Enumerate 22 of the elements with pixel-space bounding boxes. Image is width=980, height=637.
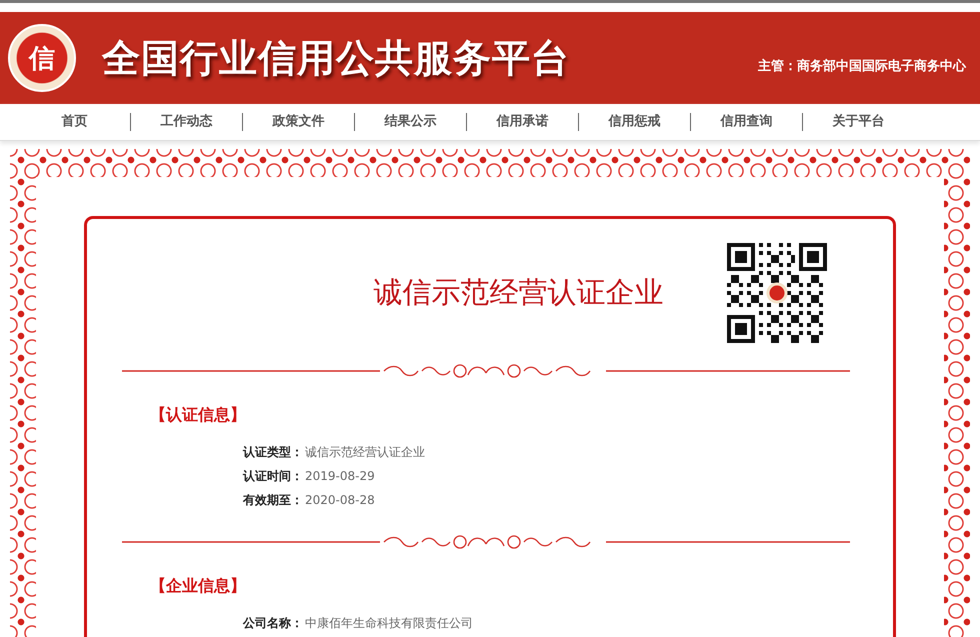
nav-link[interactable]: 信用惩戒 [578, 113, 690, 131]
nav-link[interactable]: 首页 [19, 113, 130, 131]
section-heading: 【认证信息】 [150, 405, 247, 426]
nav-link[interactable]: 信用承诺 [466, 113, 578, 131]
field-label: 公司名称： [243, 614, 303, 632]
field-label: 有效期至： [243, 492, 303, 508]
field-value: 2020-08-28 [305, 493, 375, 507]
site-title: 全国行业信用公共服务平台 [102, 34, 570, 82]
section-heading: 【企业信息】 [150, 576, 247, 597]
nav-link[interactable]: 结果公示 [354, 113, 466, 131]
logo-seal: 信 [8, 24, 76, 92]
supervisor-text: 主管：商务部中国国际电子商务中心 [758, 58, 966, 75]
field-label: 认证类型： [243, 444, 303, 460]
nav-link[interactable]: 信用查询 [690, 113, 802, 131]
field-value: 2019-08-29 [305, 469, 375, 483]
nav-link[interactable]: 政策文件 [242, 113, 354, 131]
field-value: 诚信示范经营认证企业 [305, 444, 425, 460]
nav-link[interactable]: 工作动态 [130, 113, 242, 131]
certificate-title: 诚信示范经营认证企业 [374, 274, 664, 311]
field-value: 中康佰年生命科技有限责任公司 [305, 614, 473, 632]
nav-link[interactable]: 关于平台 [802, 113, 914, 131]
field-label: 认证时间： [243, 468, 303, 484]
